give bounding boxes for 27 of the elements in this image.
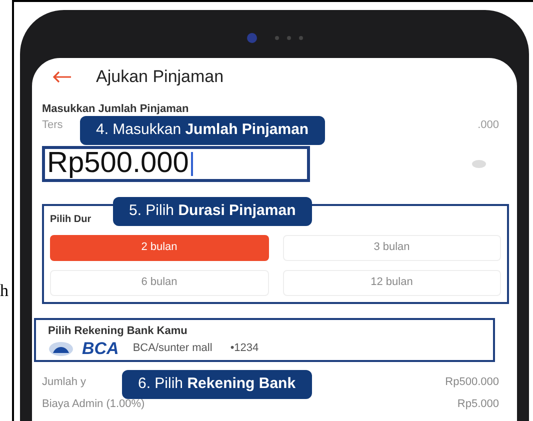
back-arrow-icon[interactable]: [52, 71, 72, 83]
bank-label: Pilih Rekening Bank Kamu: [48, 324, 188, 338]
stray-letter: h: [0, 280, 8, 302]
amount-hint: .000: [478, 118, 499, 133]
amount-label: Masukkan Jumlah Pinjaman: [42, 104, 190, 115]
summary-value: Rp5.000: [457, 396, 499, 412]
amount-field[interactable]: Rp500.000: [42, 146, 310, 182]
camera-icon: [246, 32, 258, 44]
summary-label: Biaya Admin (1.00%): [42, 396, 145, 412]
duration-option[interactable]: 3 bulan: [282, 234, 501, 260]
duration-label: Pilih Dur: [50, 212, 92, 226]
sensor-icon: [274, 35, 304, 41]
duration-option[interactable]: 12 bulan: [282, 270, 501, 296]
bank-account: BCA/sunter mall: [132, 341, 212, 356]
summary-label: Jumlah y: [42, 375, 86, 390]
amount-hint: Ters: [42, 118, 63, 133]
duration-option[interactable]: 6 bulan: [50, 270, 268, 296]
duration-option[interactable]: 2 bulan: [50, 234, 268, 260]
bank-logo: BCA: [82, 340, 119, 357]
callout-label: 4. Masukkan Jumlah Pinjaman: [80, 116, 325, 144]
account-number: •1234: [230, 341, 259, 356]
bank-emblem-icon: [48, 340, 74, 356]
callout-label: 5. Pilih Durasi Pinjaman: [113, 197, 312, 226]
bank-card[interactable]: Pilih Rekening Bank Kamu BCA BCA/sunter mall •1234: [34, 318, 495, 362]
summary-value: Rp500.000: [445, 375, 499, 390]
callout-label: 6. Pilih Rekening Bank: [122, 370, 312, 398]
page-title: Ajukan Pinjaman: [96, 66, 224, 88]
